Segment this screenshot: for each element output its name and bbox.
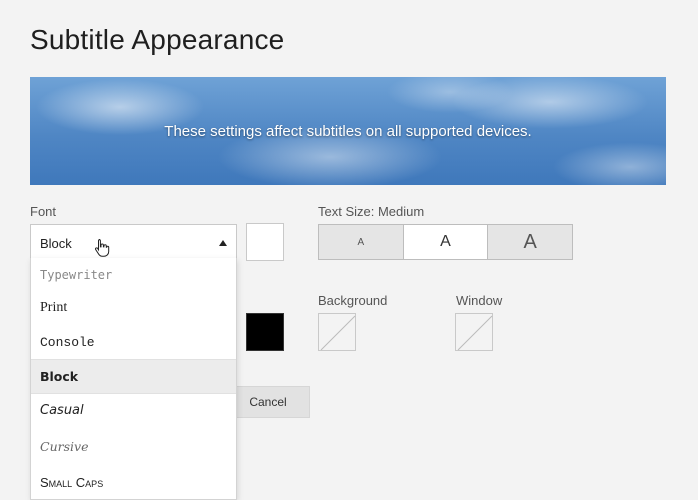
font-option-typewriter[interactable]: Typewriter <box>31 258 236 292</box>
text-size-small-button[interactable]: A <box>319 225 403 259</box>
font-dropdown-list: Typewriter Print Console Block Casual Cu… <box>30 258 237 500</box>
font-option-small-caps[interactable]: Small Caps <box>31 465 236 499</box>
text-size-label: Text Size: Medium <box>318 204 425 219</box>
font-option-block[interactable]: Block <box>31 359 236 393</box>
font-select[interactable]: Block <box>30 224 237 260</box>
window-label: Window <box>456 293 503 308</box>
caret-up-icon <box>219 240 227 246</box>
font-label: Font <box>30 204 57 219</box>
none-color-icon <box>457 315 493 351</box>
font-option-console[interactable]: Console <box>31 325 236 359</box>
text-size-group: A A A <box>318 224 573 260</box>
font-color-swatch[interactable] <box>246 223 284 261</box>
cancel-button[interactable]: Cancel <box>226 386 310 418</box>
font-option-casual[interactable]: Casual <box>31 393 236 427</box>
shadow-color-swatch[interactable] <box>246 313 284 351</box>
hand-pointer-icon <box>94 239 110 257</box>
background-label: Background <box>318 293 388 308</box>
none-color-icon <box>320 315 356 351</box>
font-option-cursive[interactable]: Cursive <box>31 429 236 463</box>
preview-banner: These settings affect subtitles on all s… <box>30 77 666 185</box>
text-size-large-button[interactable]: A <box>487 225 573 259</box>
window-color-swatch[interactable] <box>455 313 493 351</box>
background-color-swatch[interactable] <box>318 313 356 351</box>
text-size-medium-button[interactable]: A <box>402 225 488 259</box>
font-option-print[interactable]: Print <box>31 291 236 325</box>
banner-text: These settings affect subtitles on all s… <box>164 122 532 140</box>
font-select-value: Block <box>40 236 72 251</box>
page-title: Subtitle Appearance <box>30 24 285 55</box>
